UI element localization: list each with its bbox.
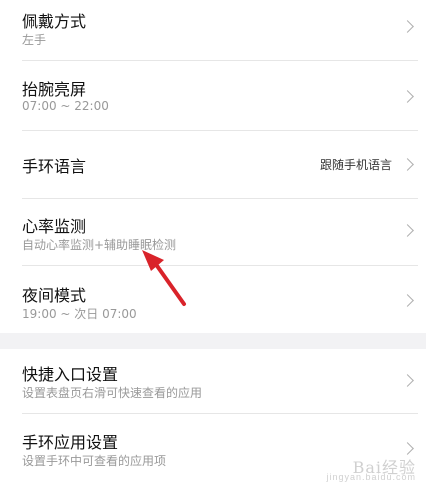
red-arrow-annotation	[142, 250, 186, 306]
watermark-url: jingyan.baidu.com	[326, 472, 416, 482]
baidu-watermark: Bai经验 jingyan.baidu.com	[326, 454, 416, 482]
